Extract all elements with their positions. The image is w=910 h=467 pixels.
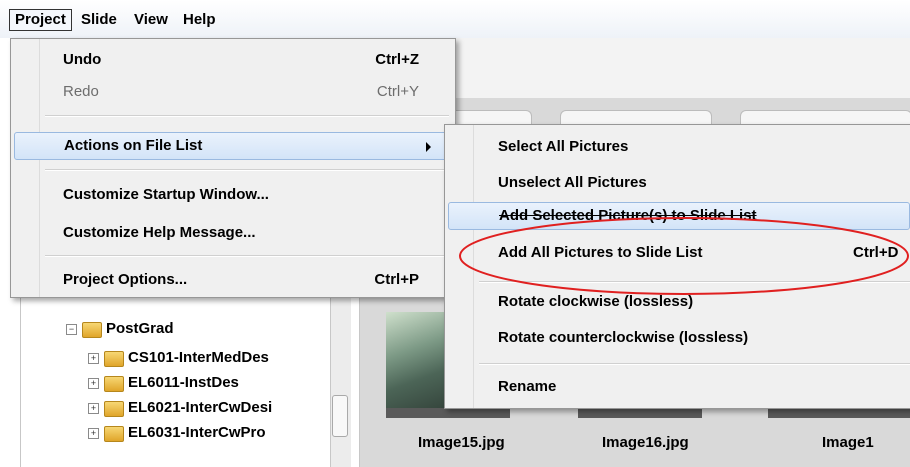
thumbnail-bar xyxy=(578,408,702,418)
tree-item-label: EL6031-InterCwPro xyxy=(128,424,266,441)
tree-item-label: EL6021-InterCwDesi xyxy=(128,399,273,416)
project-options-shortcut: Ctrl+P xyxy=(374,271,419,288)
rotate-cw-label: Rotate clockwise (lossless) xyxy=(498,293,694,310)
tree-item-label: EL6011-InstDes xyxy=(128,374,239,391)
select-all-label: Select All Pictures xyxy=(498,138,629,155)
folder-icon xyxy=(104,376,124,392)
undo-label: Undo xyxy=(63,51,102,68)
tree-item-label: PostGrad xyxy=(106,320,174,337)
thumbnail-bar xyxy=(386,408,510,418)
menu-separator xyxy=(479,281,910,283)
tree-item[interactable]: + EL6021-InterCwDesi xyxy=(88,397,328,419)
menu-separator xyxy=(45,115,449,117)
customize-help-menu-item[interactable]: Customize Help Message... xyxy=(11,219,453,247)
rotate-ccw-label: Rotate counterclockwise (lossless) xyxy=(498,329,749,346)
add-selected-pictures-menu-item[interactable]: Add Selected Picture(s) to Slide List xyxy=(448,202,910,230)
tree-item[interactable]: − PostGrad xyxy=(66,318,326,340)
toolbar-area xyxy=(440,38,910,99)
select-all-pictures-menu-item[interactable]: Select All Pictures xyxy=(445,133,910,161)
expand-icon[interactable]: + xyxy=(88,353,99,364)
redo-label: Redo xyxy=(63,83,99,100)
customize-startup-menu-item[interactable]: Customize Startup Window... xyxy=(11,181,453,209)
rename-menu-item[interactable]: Rename xyxy=(445,373,910,401)
thumbnail-caption[interactable]: Image15.jpg xyxy=(418,434,505,451)
thumbnail-caption[interactable]: Image16.jpg xyxy=(602,434,689,451)
redo-menu-item: Redo Ctrl+Y xyxy=(11,78,453,106)
unselect-all-pictures-menu-item[interactable]: Unselect All Pictures xyxy=(445,169,910,197)
folder-icon xyxy=(82,322,102,338)
rename-label: Rename xyxy=(498,378,557,395)
add-all-label: Add All Pictures to Slide List xyxy=(498,244,703,261)
collapse-icon[interactable]: − xyxy=(66,324,77,335)
tree-item[interactable]: + EL6011-InstDes xyxy=(88,372,328,394)
tree-item[interactable]: + CS101-InterMedDes xyxy=(88,347,328,369)
project-menu: Undo Ctrl+Z Redo Ctrl+Y Actions on File … xyxy=(10,38,456,298)
rotate-clockwise-menu-item[interactable]: Rotate clockwise (lossless) xyxy=(445,288,910,316)
add-all-pictures-menu-item[interactable]: Add All Pictures to Slide List Ctrl+D xyxy=(445,239,910,267)
menu-slide[interactable]: Slide xyxy=(76,9,122,31)
app-window: Project Slide View Help Image15.jpg Imag… xyxy=(0,0,910,467)
undo-menu-item[interactable]: Undo Ctrl+Z xyxy=(11,46,453,74)
customize-startup-label: Customize Startup Window... xyxy=(63,186,269,203)
menu-help[interactable]: Help xyxy=(178,9,221,31)
actions-label: Actions on File List xyxy=(64,137,203,154)
unselect-all-label: Unselect All Pictures xyxy=(498,174,647,191)
submenu-arrow-icon xyxy=(426,142,431,152)
expand-icon[interactable]: + xyxy=(88,378,99,389)
menu-separator xyxy=(479,363,910,365)
menu-separator xyxy=(45,255,449,257)
menu-project[interactable]: Project xyxy=(9,9,72,31)
actions-on-file-list-menu-item[interactable]: Actions on File List xyxy=(14,132,450,160)
thumbnail-caption[interactable]: Image1 xyxy=(822,434,874,451)
tree-scrollbar-thumb[interactable] xyxy=(332,395,348,437)
menu-view[interactable]: View xyxy=(129,9,173,31)
add-selected-label: Add Selected Picture(s) to Slide List xyxy=(499,207,757,224)
add-all-shortcut: Ctrl+D xyxy=(853,244,899,261)
undo-shortcut: Ctrl+Z xyxy=(375,51,419,68)
folder-icon xyxy=(104,401,124,417)
expand-icon[interactable]: + xyxy=(88,428,99,439)
folder-icon xyxy=(104,351,124,367)
expand-icon[interactable]: + xyxy=(88,403,99,414)
project-options-label: Project Options... xyxy=(63,271,188,288)
project-options-menu-item[interactable]: Project Options... Ctrl+P xyxy=(11,266,453,294)
thumbnail-bar xyxy=(768,408,910,418)
redo-shortcut: Ctrl+Y xyxy=(376,83,419,100)
menu-separator xyxy=(45,169,449,171)
actions-submenu: Select All Pictures Unselect All Picture… xyxy=(444,124,910,409)
tree-item-label: CS101-InterMedDes xyxy=(128,349,269,366)
folder-icon xyxy=(104,426,124,442)
menu-bar: Project Slide View Help xyxy=(0,0,910,38)
tree-item[interactable]: + EL6031-InterCwPro xyxy=(88,422,328,444)
tree-scrollbar[interactable] xyxy=(330,292,351,467)
customize-help-label: Customize Help Message... xyxy=(63,224,256,241)
rotate-counterclockwise-menu-item[interactable]: Rotate counterclockwise (lossless) xyxy=(445,324,910,352)
